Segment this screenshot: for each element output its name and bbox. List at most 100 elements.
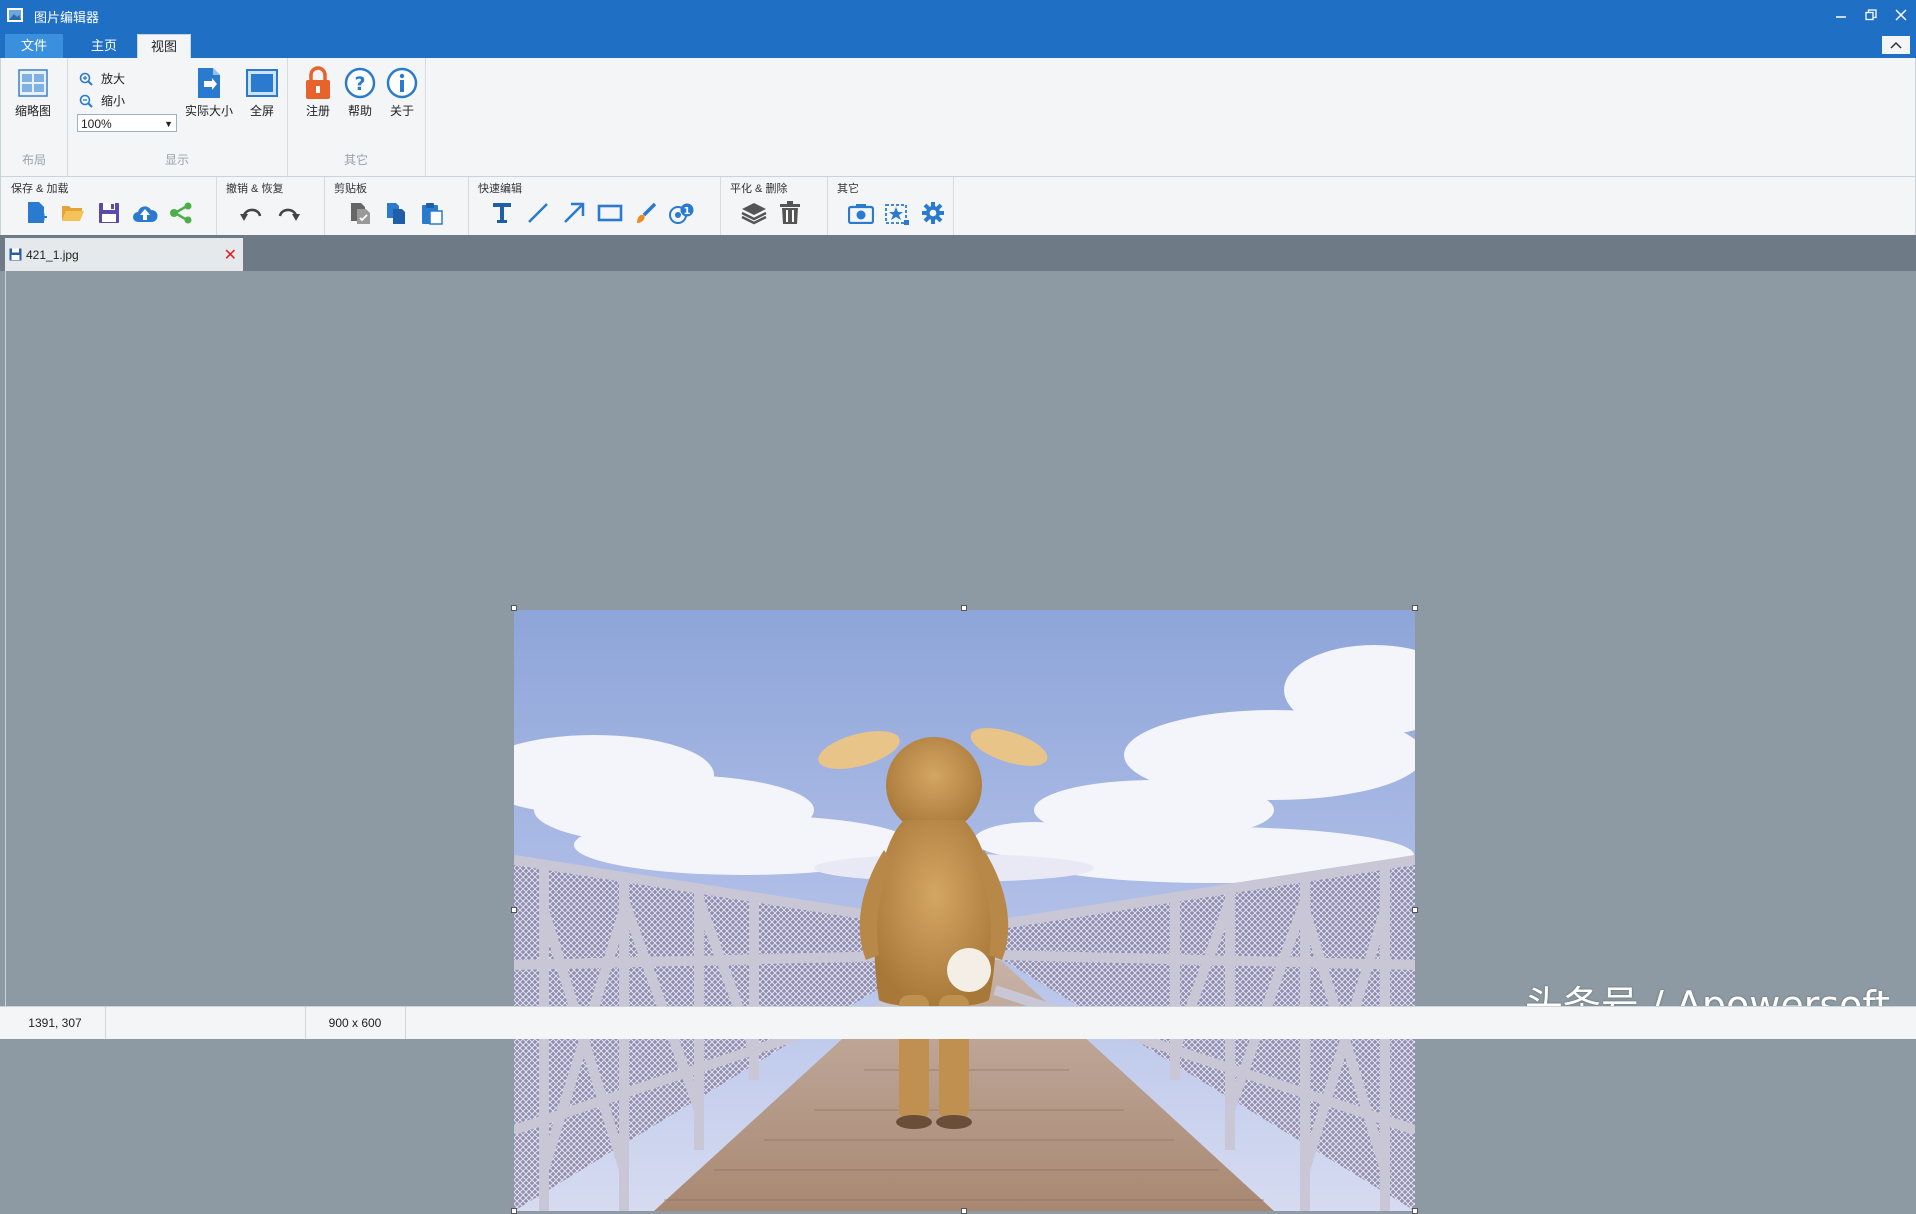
copy-button[interactable] [382,199,410,227]
brush-tool-button[interactable] [632,199,660,227]
rectangle-tool-button[interactable] [596,199,624,227]
restore-button[interactable] [1856,0,1886,30]
tab-home[interactable]: 主页 [74,34,134,58]
flatten-delete-label: 平化 & 删除 [730,183,788,195]
toolbar-other-group: 其它 [827,177,954,235]
document-tab-strip: 421_1.jpg ✕ [0,235,1916,271]
fullscreen-label: 全屏 [249,104,274,118]
save-load-label: 保存 & 加载 [11,183,69,195]
lock-icon [306,66,330,99]
arrow-tool-icon [564,202,585,223]
undo-button[interactable] [238,199,266,227]
status-bar: 1391, 307 900 x 600 [0,1006,1916,1039]
delete-button[interactable] [776,199,804,227]
zoom-out-button[interactable]: 缩小 [79,92,125,109]
clipboard-group: 剪贴板 [324,177,469,235]
zoom-in-button[interactable]: 放大 [79,70,125,87]
resize-handle-bottom-left[interactable] [511,1208,517,1214]
zoom-select[interactable]: 100% ▼ [77,114,177,132]
cut-button[interactable] [346,199,374,227]
stamp-icon: 1 [669,203,694,224]
close-button[interactable] [1886,0,1916,30]
new-file-button[interactable] [23,199,51,227]
quick-edit-group: 快速编辑 1 [468,177,721,235]
line-tool-button[interactable] [524,199,552,227]
quick-edit-label: 快速编辑 [478,183,522,195]
resize-handle-top[interactable] [961,605,967,611]
thumbnail-label: 缩略图 [15,104,52,118]
layout-group: 缩略图 布局 [1,58,68,176]
zoom-out-label: 缩小 [101,94,126,108]
help-button[interactable]: ? 帮助 [343,66,377,119]
image-canvas[interactable] [5,271,1912,1214]
save-button[interactable] [95,199,123,227]
minimize-button[interactable] [1826,0,1856,30]
display-group-label: 显示 [164,153,189,167]
edited-photo[interactable] [514,610,1415,1211]
save-load-group: 保存 & 加载 [1,177,217,235]
line-tool-icon [528,203,548,223]
thumbnail-button[interactable]: 缩略图 [15,66,51,119]
resize-handle-bottom[interactable] [961,1208,967,1214]
about-label: 关于 [389,104,414,118]
flatten-delete-group: 平化 & 删除 [720,177,828,235]
new-file-icon [28,202,47,223]
resize-handle-left[interactable] [511,907,517,913]
status-empty-cell [105,1007,306,1039]
other-group-label: 其它 [343,153,368,167]
undo-redo-label: 撤销 & 恢复 [226,183,284,195]
flatten-button[interactable] [740,199,768,227]
save-icon [99,203,119,223]
redo-button[interactable] [274,199,302,227]
svg-text:1: 1 [684,206,691,217]
text-tool-icon [493,203,511,223]
resize-handle-right[interactable] [1412,907,1418,913]
clipboard-label: 剪贴板 [334,183,367,195]
folder-open-icon [62,206,84,221]
ribbon-collapse-button[interactable] [1882,36,1910,54]
crop-select-button[interactable] [883,199,911,227]
actual-size-label: 实际大小 [185,104,234,118]
undo-redo-group: 撤销 & 恢复 [216,177,325,235]
paste-icon [422,203,443,225]
actual-size-button[interactable]: 实际大小 [185,66,233,119]
resize-handle-top-left[interactable] [511,605,517,611]
text-tool-button[interactable] [488,199,516,227]
camera-icon [848,204,874,224]
selection-icon [885,204,909,225]
share-button[interactable] [167,199,195,227]
app-icon [7,8,23,22]
fullscreen-button[interactable]: 全屏 [245,66,279,119]
status-cursor-coords: 1391, 307 [5,1007,106,1039]
chevron-up-icon [1890,41,1902,49]
upload-cloud-button[interactable] [131,199,159,227]
document-tab[interactable]: 421_1.jpg ✕ [5,238,243,271]
screenshot-button[interactable] [847,199,875,227]
stamp-tool-button[interactable]: 1 [668,199,696,227]
settings-button[interactable] [919,199,947,227]
tab-view[interactable]: 视图 [137,34,191,59]
ribbon-panel: 缩略图 布局 放大 缩小 100% ▼ 实际大小 全屏 显示 注册 ? 帮助 关… [0,58,1916,177]
svg-text:?: ? [354,73,365,95]
tab-file[interactable]: 文件 [5,34,63,58]
close-icon [1895,9,1907,21]
cut-document-icon [351,203,370,224]
register-button[interactable]: 注册 [301,66,335,119]
close-tab-icon[interactable]: ✕ [224,245,237,265]
help-label: 帮助 [347,104,372,118]
paste-button[interactable] [418,199,446,227]
resize-handle-bottom-right[interactable] [1412,1208,1418,1214]
fullscreen-icon [246,69,278,97]
zoom-in-icon [79,72,93,86]
resize-handle-top-right[interactable] [1412,605,1418,611]
minimize-icon [1836,16,1846,18]
about-button[interactable]: 关于 [385,66,419,119]
open-folder-button[interactable] [59,199,87,227]
actual-size-icon [198,68,220,98]
arrow-tool-button[interactable] [560,199,588,227]
share-icon [170,202,192,224]
image-frame[interactable] [511,605,1418,1214]
redo-icon [278,208,300,221]
thumbnail-icon [18,69,48,97]
cloud-upload-icon [133,206,158,222]
